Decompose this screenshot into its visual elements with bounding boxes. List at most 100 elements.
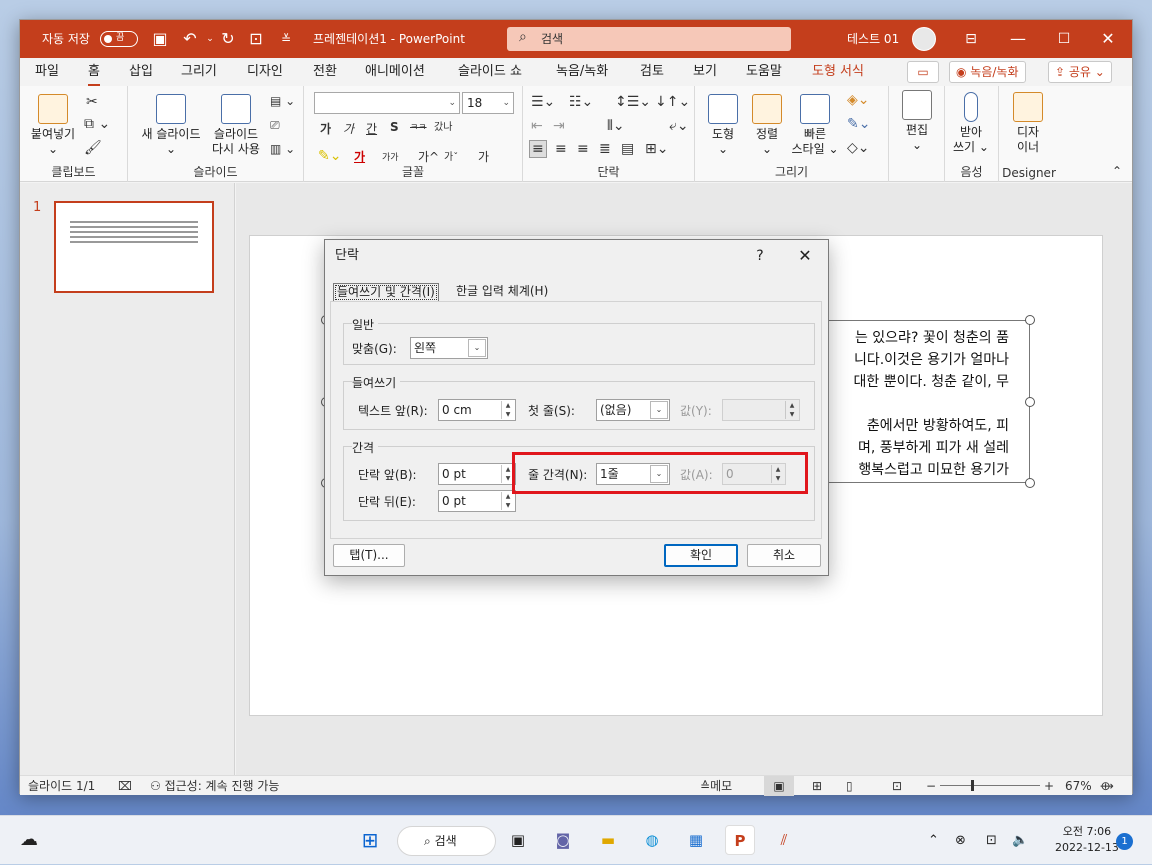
zoom-slider-thumb[interactable] <box>971 780 974 791</box>
tab-record[interactable]: 녹음/녹화 <box>556 58 608 86</box>
designer-button[interactable]: 디자 이너 <box>1005 92 1051 155</box>
font-name-combo[interactable]: ⌄ <box>314 92 460 114</box>
quick-styles-button[interactable]: 빠른 스타일 ⌄ <box>791 94 839 157</box>
tab-animations[interactable]: 애니메이션 <box>365 58 425 86</box>
resize-handle[interactable] <box>1025 315 1035 325</box>
autosave-toggle[interactable]: 끔 <box>100 31 138 47</box>
slideshow-view-icon[interactable]: ⊡ <box>892 776 902 796</box>
shapes-button[interactable]: 도형 ⌄ <box>703 94 743 157</box>
tab-home[interactable]: 홈 <box>88 58 100 86</box>
close-icon[interactable]: ✕ <box>1086 20 1130 58</box>
paste-button[interactable]: 붙여넣기 ⌄ <box>28 94 78 157</box>
network-icon[interactable]: ⊡ <box>986 816 997 865</box>
tray-chevron-icon[interactable]: ⌃ <box>928 816 939 865</box>
resize-handle[interactable] <box>1025 397 1035 407</box>
file-explorer-icon[interactable]: ▬ <box>593 825 623 855</box>
redo-icon[interactable]: ↻ <box>218 29 238 49</box>
tab-draw[interactable]: 그리기 <box>181 58 217 86</box>
resize-handle[interactable] <box>1025 478 1035 488</box>
align-left-icon[interactable]: ≡ <box>529 140 547 158</box>
shape-fill-icon[interactable]: ◈⌄ <box>847 92 870 108</box>
columns-icon[interactable]: ⫴⌄ <box>607 118 625 134</box>
before-text-input[interactable]: 0 cm ▲ ▼ <box>438 399 516 421</box>
tab-design[interactable]: 디자인 <box>247 58 283 86</box>
italic-button[interactable]: 가 <box>343 120 354 137</box>
copy-icon[interactable]: ⧉ ⌄ <box>84 116 110 132</box>
tab-hangul-input[interactable]: 한글 입력 체계(H) <box>453 283 551 302</box>
reading-view-icon[interactable]: ▯ <box>846 776 853 796</box>
weather-icon[interactable]: ☁ <box>14 825 44 855</box>
tab-insert[interactable]: 삽입 <box>129 58 153 86</box>
sort-icon[interactable]: ↓↑⌄ <box>655 94 690 110</box>
shape-effects-icon[interactable]: ◇⌄ <box>847 140 870 156</box>
space-before-input[interactable]: 0 pt ▲ ▼ <box>438 463 516 485</box>
accessibility-status[interactable]: ⚇ 접근성: 계속 진행 가능 <box>150 776 279 796</box>
save-icon[interactable]: ▣ <box>150 29 170 49</box>
notification-badge[interactable]: 1 <box>1116 833 1133 850</box>
decrease-indent-icon[interactable]: ⇤ <box>531 118 543 134</box>
tab-transitions[interactable]: 전환 <box>313 58 337 86</box>
powerpoint-taskbar-icon[interactable]: P <box>725 825 755 855</box>
customize-toolbar-icon[interactable]: ≚ <box>276 29 296 49</box>
taskbar-search[interactable]: ⌕ 검색 <box>397 826 496 856</box>
normal-view-icon[interactable]: ▣ <box>764 776 794 796</box>
slide-sorter-icon[interactable]: ⊞ <box>812 776 822 796</box>
layout-icon[interactable]: ▤ ⌄ <box>270 94 295 108</box>
ribbon-display-icon[interactable]: ⊟ <box>949 20 993 58</box>
tab-file[interactable]: 파일 <box>35 58 59 86</box>
maximize-icon[interactable]: ☐ <box>1042 20 1086 58</box>
numbering-icon[interactable]: ☷⌄ <box>569 94 593 110</box>
font-size-combo[interactable]: 18 ⌄ <box>462 92 514 114</box>
bold-button[interactable]: 가 <box>320 120 331 137</box>
section-icon[interactable]: ▥ ⌄ <box>270 142 295 156</box>
underline-button[interactable]: 간 <box>366 120 377 137</box>
tab-help[interactable]: 도움말 <box>746 58 782 86</box>
comments-button[interactable]: ▭ <box>907 61 939 83</box>
alignment-select[interactable]: 왼쪽 ⌄ <box>410 337 488 359</box>
spinner[interactable]: ▲ ▼ <box>501 492 514 510</box>
cancel-button[interactable]: 취소 <box>747 544 821 567</box>
tabs-button[interactable]: 탭(T)... <box>333 544 405 567</box>
ok-button[interactable]: 확인 <box>664 544 738 567</box>
shadow-button[interactable]: S <box>390 120 399 134</box>
reset-icon[interactable]: ⎚ <box>270 118 280 133</box>
first-line-select[interactable]: (없음) ⌄ <box>596 399 670 421</box>
format-painter-icon[interactable]: 🖌 <box>84 140 102 156</box>
new-slide-button[interactable]: 새 슬라이드 ⌄ <box>136 94 206 157</box>
clock[interactable]: 오전 7:06 2022-12-13 <box>1055 824 1119 856</box>
distributed-icon[interactable]: ▤ <box>621 141 634 157</box>
undo-dropdown-icon[interactable]: ⌄ <box>200 29 220 49</box>
char-spacing-button[interactable]: 갔나 <box>434 118 452 133</box>
increase-indent-icon[interactable]: ⇥ <box>553 118 565 134</box>
store-icon[interactable]: ▦ <box>681 825 711 855</box>
align-center-icon[interactable]: ≡ <box>555 141 567 157</box>
reuse-slides-button[interactable]: 슬라이드 다시 사용 <box>208 94 264 157</box>
bullets-icon[interactable]: ☰⌄ <box>531 94 555 110</box>
minimize-icon[interactable]: — <box>996 20 1040 58</box>
text-direction-icon[interactable]: ⤶⌄ <box>669 118 689 134</box>
tray-app-icon[interactable]: ⊗ <box>955 816 966 865</box>
present-icon[interactable]: ⊡ <box>246 29 266 49</box>
slide-thumbnail[interactable] <box>54 201 214 293</box>
tab-view[interactable]: 보기 <box>693 58 717 86</box>
line-spacing-icon[interactable]: ↕☰⌄ <box>615 94 651 110</box>
spell-check-icon[interactable]: ⌧ <box>118 776 132 796</box>
shape-outline-icon[interactable]: ✎⌄ <box>847 116 870 132</box>
dialog-close-icon[interactable]: ✕ <box>787 240 823 272</box>
avatar[interactable] <box>912 27 936 51</box>
highlight-icon[interactable]: ✎⌄ <box>318 148 341 164</box>
tab-indents-spacing[interactable]: 들여쓰기 및 간격(I) <box>333 283 439 302</box>
editing-button[interactable]: 편집 ⌄ <box>897 90 937 153</box>
notes-button[interactable]: ≙메모 <box>700 776 732 796</box>
justify-icon[interactable]: ≣ <box>599 141 611 157</box>
share-button[interactable]: ⇪ 공유 ⌄ <box>1048 61 1112 83</box>
strikethrough-button[interactable]: ㅋㅋ <box>410 120 427 133</box>
tab-shape-format[interactable]: 도형 서식 <box>812 58 864 86</box>
tab-slideshow[interactable]: 슬라이드 쇼 <box>458 58 522 86</box>
zoom-level[interactable]: 67% <box>1065 776 1092 796</box>
teams-icon[interactable]: ◙ <box>548 825 578 855</box>
undo-icon[interactable]: ↶ <box>180 29 200 49</box>
zoom-out-icon[interactable]: − <box>926 776 936 796</box>
arrange-button[interactable]: 정렬 ⌄ <box>747 94 787 157</box>
tab-review[interactable]: 검토 <box>640 58 664 86</box>
